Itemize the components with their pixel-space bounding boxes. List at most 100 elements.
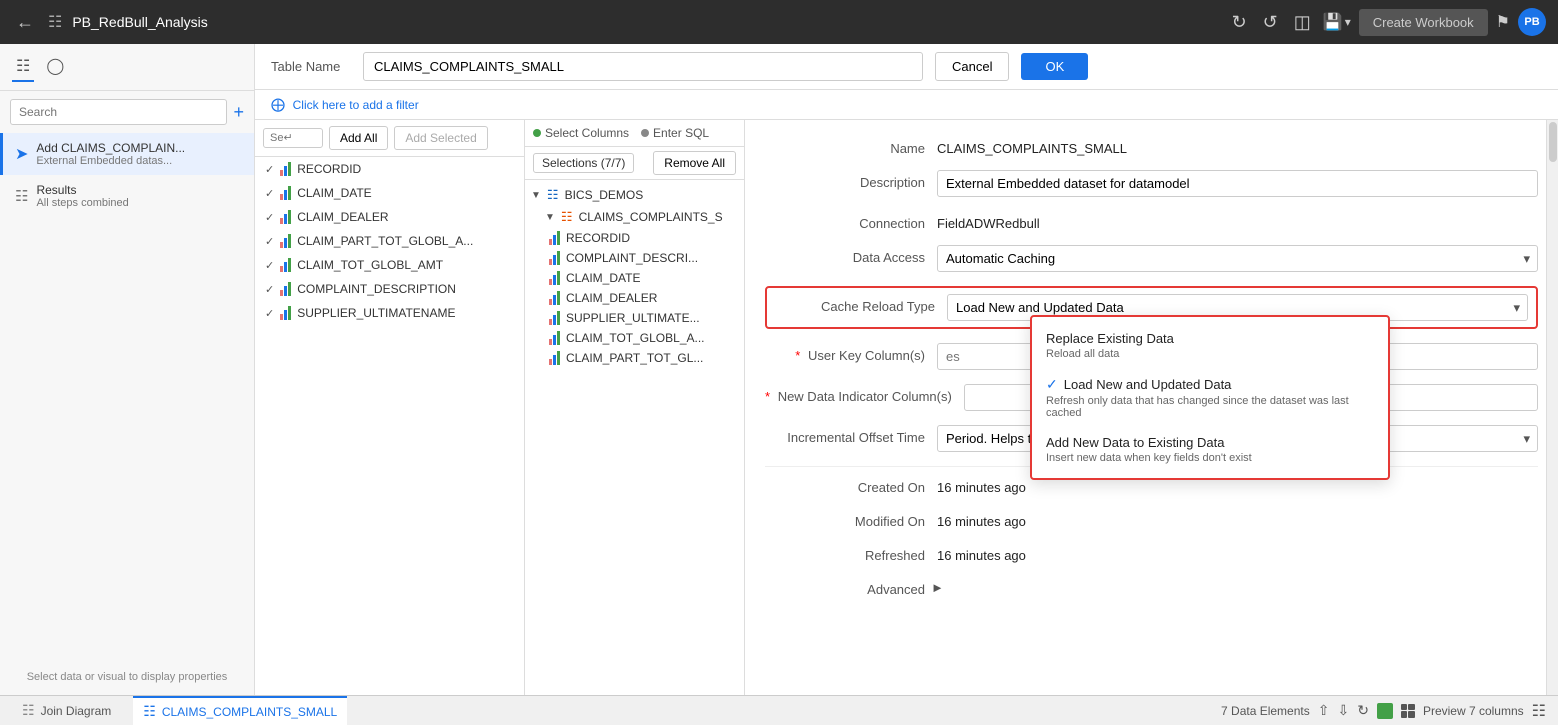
props-data-access-row: Data Access Automatic Caching No Caching… [765,245,1538,272]
created-on-label: Created On [765,475,925,495]
column-bar-icon [549,331,560,345]
column-name: CLAIM_TOT_GLOBL_AMT [297,258,443,272]
tree-item-claims-table[interactable]: ▼ ☷ CLAIMS_COMPLAINTS_S [525,206,744,228]
join-diagram-icon: ☷ [22,702,35,719]
filter-icon[interactable]: ☷ [1532,701,1546,721]
topbar-actions: ↻ ↺ ◫ 💾 ▾ Create Workbook ⚑ PB [1228,8,1546,37]
tree-label: BICS_DEMOS [565,188,644,202]
dropdown-item-load-new[interactable]: ✓ Load New and Updated Data Refresh only… [1032,368,1388,427]
new-data-label: * New Data Indicator Column(s) [765,384,952,404]
dropdown-item-title: Replace Existing Data [1046,331,1374,346]
app-title: PB_RedBull_Analysis [72,14,1217,30]
column-bar-icon [280,306,291,320]
view-button[interactable]: ◫ [1290,8,1315,37]
sidebar-shape-icon[interactable]: ◯ [42,52,68,82]
data-access-select[interactable]: Automatic Caching No Caching Always Live [937,245,1538,272]
props-refreshed-row: Refreshed 16 minutes ago [765,543,1538,563]
tree-col-claim-date[interactable]: CLAIM_DATE [525,268,744,288]
tree-col-name: CLAIM_TOT_GLOBL_A... [566,331,705,345]
check-mark-icon: ✓ [1046,376,1058,393]
dropdown-item-title: ✓ Load New and Updated Data [1046,376,1374,393]
column-item-supplier[interactable]: ✓ SUPPLIER_ULTIMATENAME [255,301,524,325]
add-all-button[interactable]: Add All [329,126,388,150]
column-bar-icon [549,251,560,265]
statusbar: ☷ Join Diagram ☷ CLAIMS_COMPLAINTS_SMALL… [0,695,1558,725]
topbar: ← ☷ PB_RedBull_Analysis ↻ ↺ ◫ 💾 ▾ Create… [0,0,1558,44]
refreshed-label: Refreshed [765,543,925,563]
column-bar-icon [280,234,291,248]
bookmark-button[interactable]: ⚑ [1496,12,1510,32]
column-search-input[interactable] [263,128,323,148]
selections-bar: Selections (7/7) Remove All [525,147,744,180]
column-bar-icon [549,231,560,245]
tree-col-recordid[interactable]: RECORDID [525,228,744,248]
filter-bar: ⨁ Click here to add a filter [255,90,1558,120]
column-name: COMPLAINT_DESCRIPTION [297,282,456,296]
arrow-down-button[interactable]: ⇩ [1337,702,1349,719]
add-filter-link[interactable]: Click here to add a filter [293,98,419,112]
props-description-row: Description [765,170,1538,197]
check-icon: ✓ [265,259,274,272]
tree-item-bics-demos[interactable]: ▼ ☷ BICS_DEMOS [525,184,744,206]
save-button[interactable]: 💾 ▾ [1323,12,1351,32]
search-input[interactable] [10,99,227,125]
sidebar-data-icon[interactable]: ☷ [12,52,34,82]
redo-button[interactable]: ↺ [1259,8,1282,37]
column-item-claim-date[interactable]: ✓ CLAIM_DATE [255,181,524,205]
dropdown-item-title: Add New Data to Existing Data [1046,435,1374,450]
column-bar-icon [280,186,291,200]
scroll-thumb[interactable] [1549,122,1557,162]
dropdown-item-replace[interactable]: Replace Existing Data Reload all data [1032,323,1388,368]
sidebar-item-results[interactable]: ☷ Results All steps combined [0,175,254,217]
claims-tab[interactable]: ☷ CLAIMS_COMPLAINTS_SMALL [133,696,347,725]
columns-list: ✓ RECORDID ✓ CLAIM_DATE ✓ CLAIM_DEALER [255,157,524,695]
ok-button[interactable]: OK [1021,53,1088,80]
column-name: CLAIM_PART_TOT_GLOBL_A... [297,234,473,248]
tree-col-name: CLAIM_DEALER [566,291,657,305]
save-dropdown-icon: ▾ [1345,15,1351,29]
document-icon: ☷ [48,12,62,32]
advanced-label: Advanced [765,577,925,597]
enter-sql-tab[interactable]: Enter SQL [641,126,709,140]
tree-label: CLAIMS_COMPLAINTS_S [579,210,723,224]
check-icon: ✓ [265,235,274,248]
dropdown-item-add-new[interactable]: Add New Data to Existing Data Insert new… [1032,427,1388,472]
back-button[interactable]: ← [12,8,38,37]
column-name: RECORDID [297,162,361,176]
green-indicator [1377,703,1393,719]
tree-col-name: CLAIM_PART_TOT_GL... [566,351,703,365]
column-bar-icon [280,210,291,224]
arrow-up-button[interactable]: ⇧ [1318,702,1330,719]
description-input[interactable] [937,170,1538,197]
avatar: PB [1518,8,1546,36]
description-label: Description [765,170,925,190]
select-columns-tab[interactable]: Select Columns [533,126,629,140]
create-workbook-button[interactable]: Create Workbook [1359,9,1488,36]
tree-col-claim-dealer[interactable]: CLAIM_DEALER [525,288,744,308]
remove-all-button[interactable]: Remove All [653,151,736,175]
undo-button[interactable]: ↻ [1228,8,1251,37]
tree-col-supplier[interactable]: SUPPLIER_ULTIMATE... [525,308,744,328]
tree-col-complaint-descri[interactable]: COMPLAINT_DESCRI... [525,248,744,268]
check-icon: ✓ [265,307,274,320]
table-name-input[interactable] [363,52,923,81]
tree-col-claim-part[interactable]: CLAIM_PART_TOT_GL... [525,348,744,368]
dropdown-item-subtitle: Insert new data when key fields don't ex… [1046,452,1374,464]
cancel-button[interactable]: Cancel [935,52,1009,81]
column-item-claim-dealer[interactable]: ✓ CLAIM_DEALER [255,205,524,229]
column-item-complaint-desc[interactable]: ✓ COMPLAINT_DESCRIPTION [255,277,524,301]
column-item-recordid[interactable]: ✓ RECORDID [255,157,524,181]
advanced-row[interactable]: Advanced ► [765,577,1538,597]
column-item-claim-tot[interactable]: ✓ CLAIM_TOT_GLOBL_AMT [255,253,524,277]
join-diagram-tab[interactable]: ☷ Join Diagram [12,696,121,725]
tree-tabs: Select Columns Enter SQL [525,120,744,147]
add-datasource-button[interactable]: + [233,102,244,123]
gray-dot [641,129,649,137]
column-item-claim-part[interactable]: ✓ CLAIM_PART_TOT_GLOBL_A... [255,229,524,253]
scroll-track [1546,120,1558,695]
sidebar-item-add-claims[interactable]: ➤ Add CLAIMS_COMPLAIN... External Embedd… [0,133,254,175]
tree-col-claim-tot[interactable]: CLAIM_TOT_GLOBL_A... [525,328,744,348]
refresh-button[interactable]: ↻ [1357,702,1369,719]
add-selected-button[interactable]: Add Selected [394,126,487,150]
database-icon: ☷ [547,187,559,203]
